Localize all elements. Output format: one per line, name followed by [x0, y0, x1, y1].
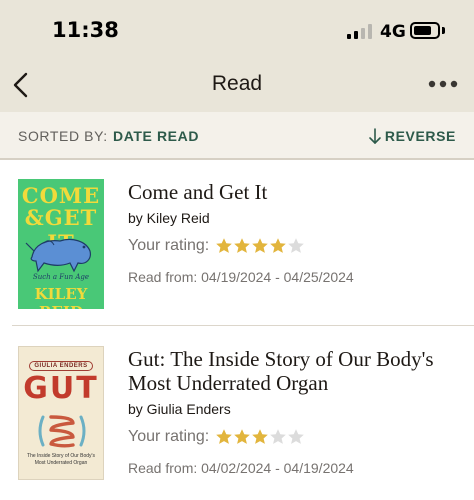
- reverse-label: REVERSE: [384, 128, 456, 144]
- star-rating[interactable]: [215, 237, 305, 255]
- more-horizontal-icon[interactable]: [426, 74, 460, 94]
- battery-tip: [442, 27, 445, 34]
- rating-label: Your rating:: [128, 237, 210, 254]
- book-cover[interactable]: GIULIA ENDERS GUT The Inside Story of Ou…: [18, 346, 104, 480]
- book-list-item[interactable]: COME &GET IT Such a Fun Age KILEY REID C…: [0, 160, 474, 327]
- cover-illustration: [25, 238, 91, 273]
- sort-bar: SORTED BY: DATE READ REVERSE: [0, 112, 474, 160]
- sort-option-button[interactable]: DATE READ: [113, 128, 199, 144]
- sort-label: SORTED BY:: [18, 128, 108, 144]
- book-info: Gut: The Inside Story of Our Body's Most…: [128, 347, 458, 476]
- divider: [12, 325, 474, 326]
- cover-title: GUT: [23, 371, 99, 406]
- cover-author: KILEY REID: [34, 285, 88, 309]
- network-type: 4G: [380, 22, 406, 42]
- star-filled-icon[interactable]: [269, 237, 287, 255]
- cover-subtitle: Such a Fun Age: [32, 273, 90, 281]
- signal-bar: [368, 24, 372, 39]
- cellular-signal-icon: [347, 24, 373, 39]
- battery-fill: [414, 26, 431, 35]
- star-empty-icon[interactable]: [287, 237, 305, 255]
- cover-author: GIULIA ENDERS: [29, 361, 93, 371]
- cover-subtitle: The Inside Story of Our Body's Most Unde…: [27, 453, 95, 466]
- star-filled-icon[interactable]: [215, 237, 233, 255]
- book-title[interactable]: Come and Get It: [128, 180, 458, 204]
- book-author: by Giulia Enders: [128, 401, 231, 417]
- page-title: Read: [211, 72, 263, 95]
- star-filled-icon[interactable]: [233, 237, 251, 255]
- book-list-item[interactable]: GIULIA ENDERS GUT The Inside Story of Ou…: [0, 327, 474, 500]
- star-empty-icon[interactable]: [269, 428, 287, 446]
- signal-bar: [361, 28, 365, 39]
- star-filled-icon[interactable]: [215, 428, 233, 446]
- status-bar: 11:38 4G: [0, 0, 474, 62]
- star-empty-icon[interactable]: [287, 428, 305, 446]
- book-info: Come and Get It by Kiley Reid Your ratin…: [128, 180, 458, 285]
- read-dates: Read from: 04/19/2024 - 04/25/2024: [128, 269, 354, 285]
- battery-icon: [410, 22, 440, 39]
- book-cover[interactable]: COME &GET IT Such a Fun Age KILEY REID: [18, 179, 104, 309]
- book-title[interactable]: Gut: The Inside Story of Our Body's Most…: [128, 347, 458, 395]
- nav-bar: Read: [0, 62, 474, 112]
- arrow-down-icon: [369, 127, 381, 144]
- reverse-sort-button[interactable]: REVERSE: [368, 126, 456, 146]
- cover-illustration: [38, 415, 86, 448]
- star-rating[interactable]: [215, 428, 305, 446]
- cover-author-box: GIULIA ENDERS: [19, 354, 103, 372]
- rating-row: Your rating:: [128, 237, 458, 255]
- rating-label: Your rating:: [128, 428, 210, 445]
- star-filled-icon[interactable]: [233, 428, 251, 446]
- read-dates: Read from: 04/02/2024 - 04/19/2024: [128, 460, 354, 476]
- star-filled-icon[interactable]: [251, 237, 269, 255]
- status-time: 11:38: [52, 18, 119, 42]
- signal-bar: [347, 34, 351, 39]
- rating-row: Your rating:: [128, 428, 458, 446]
- signal-bar: [354, 31, 358, 39]
- star-filled-icon[interactable]: [251, 428, 269, 446]
- book-author: by Kiley Reid: [128, 210, 210, 226]
